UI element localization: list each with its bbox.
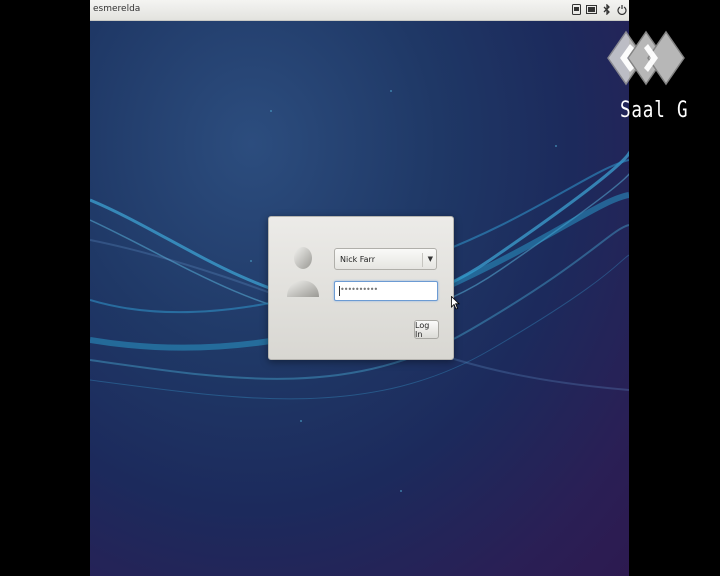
watermark-text: Saal G [620, 98, 689, 123]
chevron-down-icon: ▼ [427, 255, 433, 263]
desktop-background: esmerelda Nick Farr ▼ •••••••••• Log In [90, 0, 629, 576]
keyboard-icon[interactable] [571, 3, 582, 15]
top-panel: esmerelda [90, 0, 629, 21]
power-icon[interactable] [616, 3, 627, 15]
login-dialog: Nick Farr ▼ •••••••••• Log In [268, 216, 454, 360]
selected-user-label: Nick Farr [340, 255, 375, 264]
hostname-label: esmerelda [93, 4, 141, 14]
system-tray [571, 3, 627, 15]
user-select-dropdown[interactable]: Nick Farr ▼ [334, 248, 437, 270]
password-mask: •••••••••• [340, 285, 378, 294]
dropdown-divider [422, 253, 423, 267]
battery-icon[interactable] [586, 3, 597, 15]
password-field[interactable]: •••••••••• [334, 281, 438, 301]
user-avatar-icon [287, 247, 319, 297]
log-in-button[interactable]: Log In [414, 320, 439, 339]
bluetooth-icon[interactable] [601, 3, 612, 15]
mouse-pointer-icon [451, 296, 460, 310]
